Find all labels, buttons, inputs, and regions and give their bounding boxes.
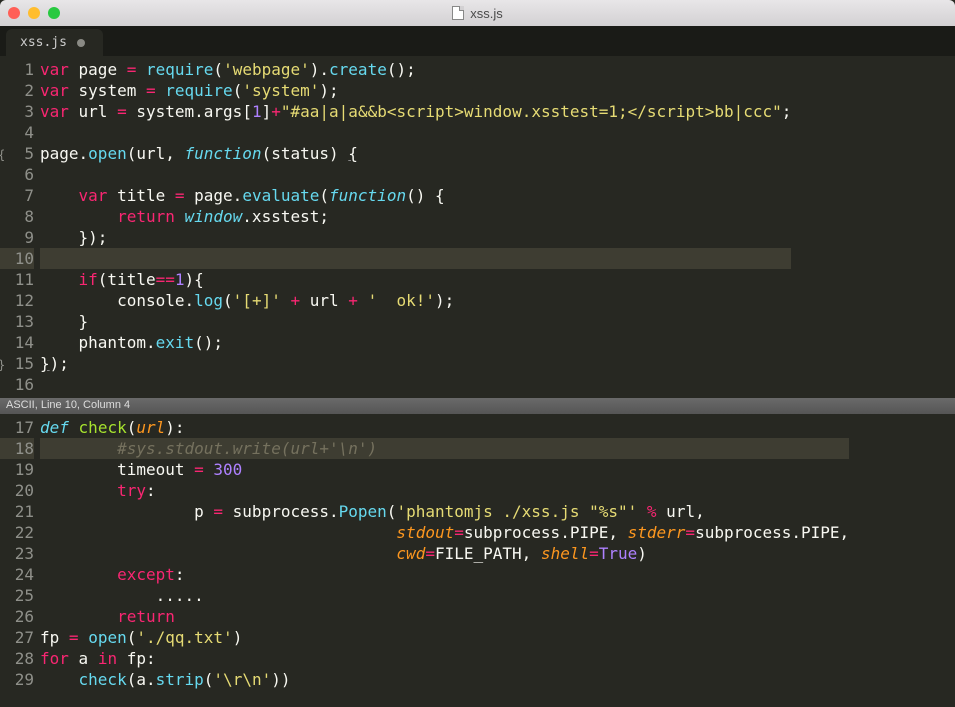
status-bar: ASCII, Line 10, Column 4 [0,398,955,414]
code-line[interactable]: var title = page.evaluate(function() { [40,185,791,206]
code-line[interactable]: } [40,311,791,332]
line-number: 9 [0,227,34,248]
window-title: xss.js [0,6,955,21]
line-number-gutter: 17181920212223242526272829 [0,414,40,693]
code-line[interactable] [40,122,791,143]
code-line[interactable]: #sys.stdout.write(url+'\n') [40,438,849,459]
line-number: 2 [0,80,34,101]
line-number: 22 [0,522,34,543]
code-line[interactable]: return [40,606,849,627]
code-content[interactable]: var page = require('webpage').create();v… [40,56,791,398]
code-line[interactable]: fp = open('./qq.txt') [40,627,849,648]
code-line[interactable]: try: [40,480,849,501]
line-number: 11 [0,269,34,290]
code-line[interactable]: check(a.strip('\r\n')) [40,669,849,690]
line-number: 1 [0,59,34,80]
code-line[interactable]: return window.xsstest; [40,206,791,227]
line-number: 7 [0,185,34,206]
code-line[interactable]: console.log('[+]' + url + ' ok!'); [40,290,791,311]
document-icon [452,6,464,20]
code-line[interactable] [40,374,791,395]
tab-dirty-indicator-icon [77,39,85,47]
code-content[interactable]: def check(url): #sys.stdout.write(url+'\… [40,414,849,693]
fold-icon[interactable]: { [0,145,5,166]
status-text: ASCII, Line 10, Column 4 [6,399,130,411]
line-number: 5{ [0,143,34,164]
line-number: 6 [0,164,34,185]
tab-label: xss.js [20,35,67,50]
line-number: 28 [0,648,34,669]
window-title-text: xss.js [470,6,503,21]
window-titlebar: xss.js [0,0,955,26]
tab-xss-js[interactable]: xss.js [6,29,103,56]
code-line[interactable]: var system = require('system'); [40,80,791,101]
line-number: 21 [0,501,34,522]
code-line[interactable]: cwd=FILE_PATH, shell=True) [40,543,849,564]
line-number: 19 [0,459,34,480]
code-line[interactable]: var page = require('webpage').create(); [40,59,791,80]
tab-bar: xss.js [0,26,955,56]
editor-pane-2: 17181920212223242526272829 def check(url… [0,414,955,693]
line-number: 10 [0,248,34,269]
code-line[interactable]: }); [40,227,791,248]
code-line[interactable]: except: [40,564,849,585]
code-line[interactable]: page.open(url, function(status) { [40,143,791,164]
line-number: 24 [0,564,34,585]
line-number: 4 [0,122,34,143]
line-number: 27 [0,627,34,648]
line-number: 16 [0,374,34,395]
code-line[interactable]: timeout = 300 [40,459,849,480]
line-number: 13 [0,311,34,332]
line-number: 26 [0,606,34,627]
code-line[interactable]: ..... [40,585,849,606]
line-number: 20 [0,480,34,501]
line-number: 18 [0,438,34,459]
code-line[interactable]: phantom.exit(); [40,332,791,353]
line-number: 8 [0,206,34,227]
code-area-2[interactable]: 17181920212223242526272829 def check(url… [0,414,955,693]
code-line[interactable]: for a in fp: [40,648,849,669]
code-line[interactable]: }); [40,353,791,374]
line-number: 29 [0,669,34,690]
line-number: 12 [0,290,34,311]
editor-pane-1: 12345{6789101112131415}16 var page = req… [0,56,955,398]
fold-icon[interactable]: } [0,355,5,376]
line-number: 17 [0,417,34,438]
code-line[interactable] [40,164,791,185]
code-line[interactable]: var url = system.args[1]+"#aa|a|a&&b<scr… [40,101,791,122]
line-number: 23 [0,543,34,564]
code-line[interactable]: def check(url): [40,417,849,438]
line-number: 14 [0,332,34,353]
line-number-gutter: 12345{6789101112131415}16 [0,56,40,398]
line-number: 25 [0,585,34,606]
code-line[interactable]: if(title==1){ [40,269,791,290]
code-line[interactable]: p = subprocess.Popen('phantomjs ./xss.js… [40,501,849,522]
line-number: 15} [0,353,34,374]
code-area-1[interactable]: 12345{6789101112131415}16 var page = req… [0,56,955,398]
line-number: 3 [0,101,34,122]
code-line[interactable]: stdout=subprocess.PIPE, stderr=subproces… [40,522,849,543]
code-line[interactable] [40,248,791,269]
